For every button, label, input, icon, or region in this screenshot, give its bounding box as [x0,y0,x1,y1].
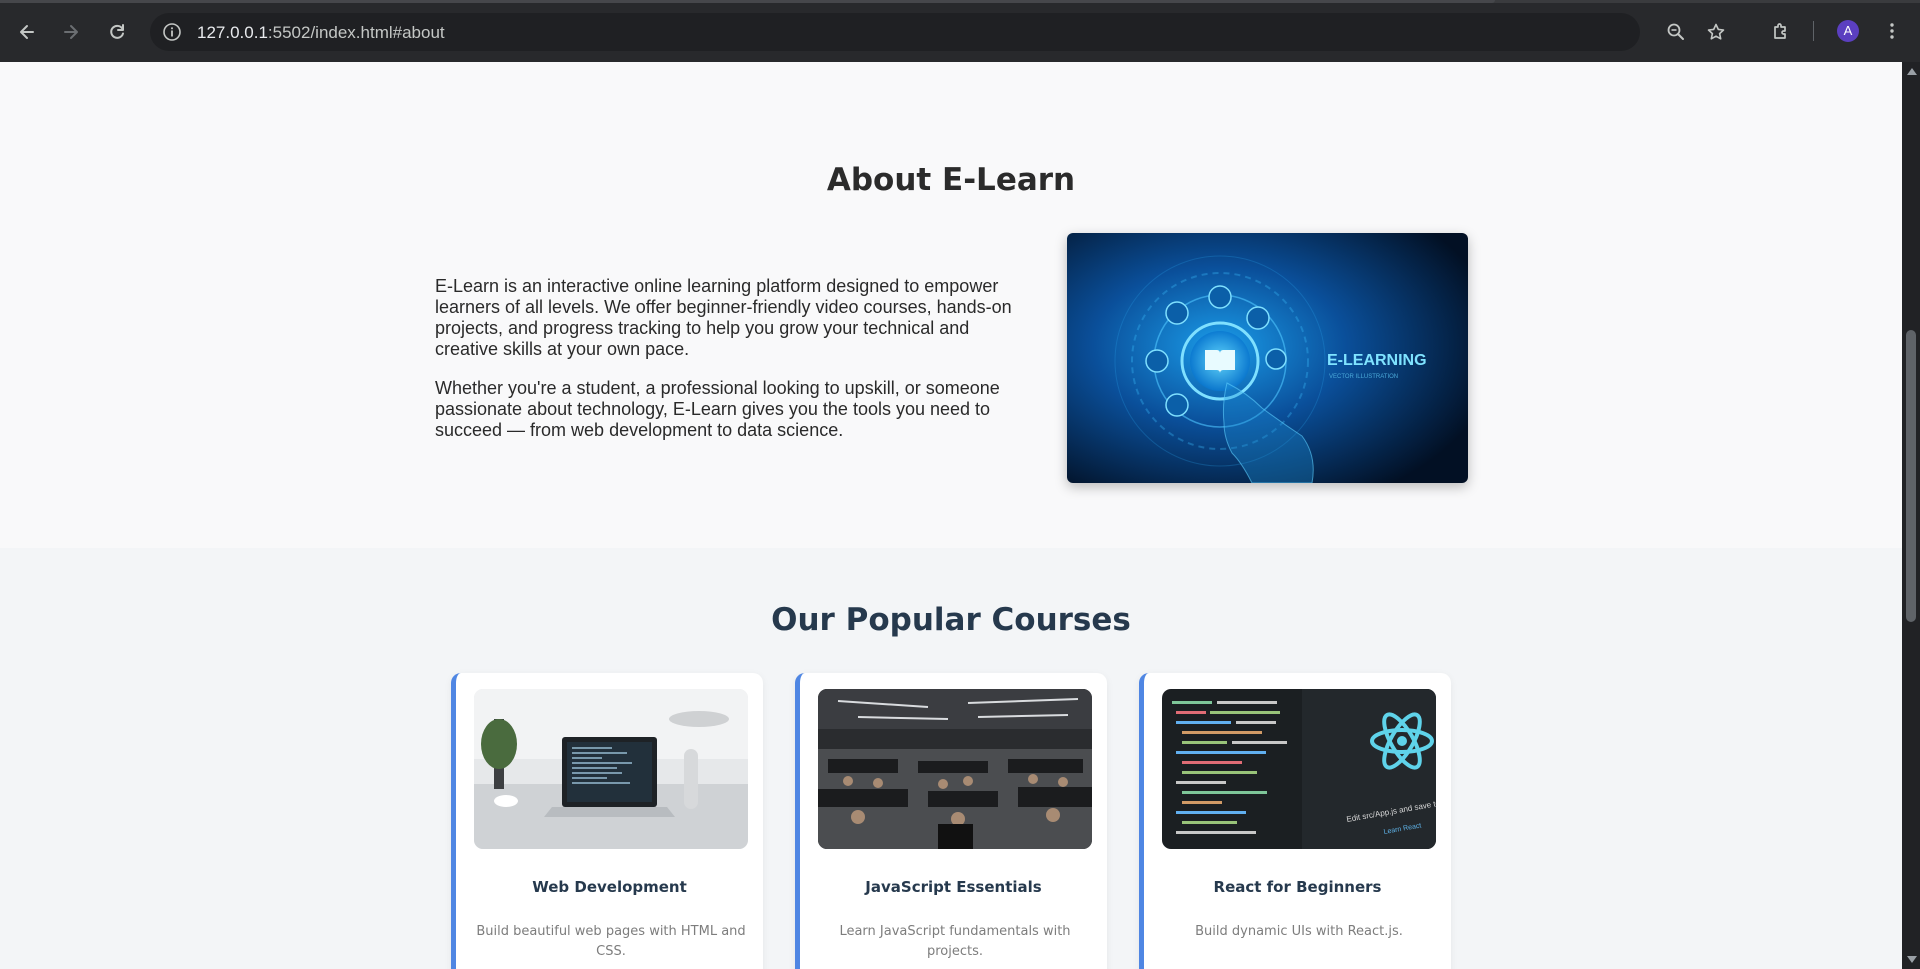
address-bar[interactable]: 127.0.0.1:5502/index.html#about [150,13,1725,51]
browser-toolbar: 127.0.0.1:5502/index.html#about A [0,0,1920,62]
course-description: Learn JavaScript fundamentals with proje… [839,924,1071,959]
course-description: Build dynamic UIs with React.js. [1195,924,1403,939]
course-card-react-for-beginners[interactable]: Edit src/App.js and save to re Learn Rea… [1139,673,1451,969]
scrollbar-thumb[interactable] [1906,330,1916,622]
course-card-web-development[interactable]: Web Development Build beautiful web page… [451,673,763,969]
illustration-title: E-LEARNING [1327,352,1427,369]
course-title: React for Beginners [1213,878,1382,896]
page-viewport: About E-Learn E-Learn is an interactive … [0,62,1902,969]
extensions-icon [1774,23,1786,39]
forward-icon [64,25,78,39]
courses-title: Our Popular Courses [771,602,1131,638]
site-info-icon[interactable] [162,22,182,42]
reload-icon [110,24,124,39]
url-host: 127.0.0.1 [197,23,268,42]
course-description: Build beautiful web pages with HTML and … [476,924,746,959]
menu-icon [1890,23,1894,39]
course-image-classroom [818,689,1092,849]
course-title: Web Development [532,878,687,896]
profile-avatar[interactable]: A [1837,20,1859,42]
course-title: JavaScript Essentials [865,878,1042,896]
toolbar-divider [1813,21,1814,41]
tab-strip-edge [0,0,1920,3]
courses-section: Our Popular Courses Web Development Buil… [0,548,1902,969]
browser-menu-button[interactable] [1876,15,1908,47]
forward-button[interactable] [53,14,89,50]
about-section: About E-Learn E-Learn is an interactive … [0,62,1902,548]
illustration-subtitle: VECTOR ILLUSTRATION [1329,374,1398,380]
about-paragraph-1: E-Learn is an interactive online learnin… [435,276,1012,359]
e-learning-illustration: E-LEARNING VECTOR ILLUSTRATION [1067,233,1468,483]
scroll-up-arrow-icon[interactable] [1907,68,1917,75]
back-button[interactable] [9,14,45,50]
extensions-button[interactable] [1765,15,1797,47]
page-scrollbar[interactable] [1902,62,1920,969]
bookmark-star-icon[interactable] [1706,22,1726,42]
about-title: About E-Learn [826,162,1076,198]
reload-button[interactable] [99,14,135,50]
course-card-javascript-essentials[interactable]: JavaScript Essentials Learn JavaScript f… [795,673,1107,969]
about-paragraph-2: Whether you're a student, a professional… [435,378,1000,440]
url-path: :5502/index.html#about [267,23,445,42]
zoom-icon[interactable] [1666,22,1686,42]
scroll-down-arrow-icon[interactable] [1907,956,1917,963]
course-image-react-code: Edit src/App.js and save to re Learn Rea… [1162,689,1436,849]
back-icon [20,25,34,39]
course-image-laptop [474,689,748,849]
about-text: E-Learn is an interactive online learnin… [435,276,1015,441]
url-text[interactable]: 127.0.0.1:5502/index.html#about [197,23,445,43]
